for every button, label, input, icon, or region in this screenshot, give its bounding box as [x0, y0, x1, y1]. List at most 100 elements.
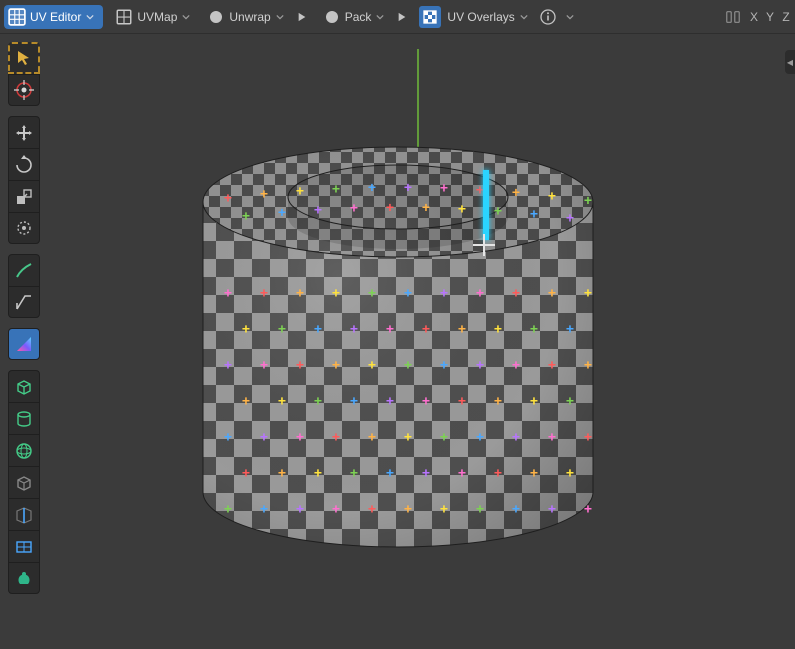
svg-text:+: +	[529, 464, 537, 480]
svg-text:+: +	[565, 320, 573, 336]
unwrap-run-button[interactable]	[293, 8, 311, 26]
svg-text:+: +	[475, 500, 483, 516]
svg-text:+: +	[583, 284, 591, 300]
unwrap-label: Unwrap	[229, 10, 270, 24]
uv-overlays-dropdown[interactable]: UV Overlays	[419, 5, 532, 29]
svg-text:+: +	[439, 179, 447, 195]
svg-text:+: +	[439, 356, 447, 372]
pack-run-button[interactable]	[393, 8, 411, 26]
svg-text:+: +	[349, 199, 357, 215]
svg-text:+: +	[511, 183, 519, 199]
pack-dropdown[interactable]: Pack	[319, 5, 390, 29]
svg-text:+: +	[457, 464, 465, 480]
svg-text:+: +	[349, 392, 357, 408]
tool-scale[interactable]	[8, 180, 40, 212]
svg-text:+: +	[277, 464, 285, 480]
tool-annotate[interactable]	[8, 254, 40, 286]
uv-editor-icon	[8, 8, 26, 26]
svg-text:+: +	[529, 392, 537, 408]
tool-uv-sphere-project[interactable]	[8, 434, 40, 466]
editor-type-menu[interactable]: UV Editor	[4, 5, 103, 29]
info-dropdown[interactable]	[537, 5, 577, 29]
svg-text:+: +	[295, 284, 303, 300]
scene-object-cylinder: + + + + + + + + + + + + + + + + + + + + + + + + + + + + + + + + + + + + + + + +…	[198, 97, 598, 567]
svg-text:+: +	[349, 320, 357, 336]
editor-type-label: UV Editor	[30, 10, 81, 24]
tool-uv-mark-seam[interactable]	[8, 498, 40, 530]
svg-text:+: +	[475, 284, 483, 300]
axis-y-button[interactable]: Y	[763, 10, 779, 24]
tool-rotate[interactable]	[8, 148, 40, 180]
svg-text:+: +	[547, 187, 555, 203]
svg-text:+: +	[277, 320, 285, 336]
tool-transform[interactable]	[8, 212, 40, 244]
svg-text:+: +	[457, 200, 465, 216]
svg-text:+: +	[457, 392, 465, 408]
svg-text:+: +	[493, 202, 501, 218]
axis-z-button[interactable]: Z	[779, 10, 795, 24]
svg-text:+: +	[313, 201, 321, 217]
tool-uv-live-unwrap[interactable]	[8, 530, 40, 562]
svg-text:+: +	[331, 180, 339, 196]
circle-icon	[323, 8, 341, 26]
svg-text:+: +	[565, 209, 573, 225]
uvmap-dropdown[interactable]: UVMap	[111, 5, 195, 29]
svg-text:+: +	[331, 500, 339, 516]
svg-text:+: +	[439, 428, 447, 444]
svg-text:+: +	[421, 392, 429, 408]
tool-cursor[interactable]	[8, 74, 40, 106]
circle-icon	[207, 8, 225, 26]
header: UV Editor UVMap Unwrap Pack	[0, 0, 795, 34]
svg-text:+: +	[241, 320, 249, 336]
svg-text:+: +	[331, 284, 339, 300]
svg-text:+: +	[277, 203, 285, 219]
chevron-down-icon	[85, 12, 95, 22]
svg-text:+: +	[367, 356, 375, 372]
viewport[interactable]: + + + + + + + + + + + + + + + + + + + + + + + + + + + + + + + + + + + + + + + +…	[0, 34, 795, 649]
svg-text:+: +	[529, 205, 537, 221]
svg-text:+: +	[583, 356, 591, 372]
split-icon[interactable]	[725, 8, 741, 26]
svg-text:+: +	[259, 185, 267, 201]
tool-uv-cube-project[interactable]	[8, 370, 40, 402]
axis-x-button[interactable]: X	[747, 10, 763, 24]
svg-text:+: +	[475, 356, 483, 372]
chevron-down-icon	[565, 12, 575, 22]
svg-text:+: +	[439, 500, 447, 516]
svg-text:+: +	[223, 284, 231, 300]
svg-text:+: +	[565, 392, 573, 408]
svg-text:+: +	[583, 428, 591, 444]
svg-text:+: +	[403, 428, 411, 444]
svg-text:+: +	[493, 464, 501, 480]
svg-text:+: +	[259, 356, 267, 372]
svg-text:+: +	[493, 392, 501, 408]
unwrap-dropdown[interactable]: Unwrap	[203, 5, 288, 29]
svg-text:+: +	[529, 320, 537, 336]
svg-text:+: +	[547, 356, 555, 372]
svg-text:+: +	[421, 464, 429, 480]
tool-uv-island-scale[interactable]	[8, 562, 40, 594]
svg-text:+: +	[241, 464, 249, 480]
chevron-down-icon	[519, 12, 529, 22]
svg-text:+: +	[457, 320, 465, 336]
svg-text:+: +	[223, 356, 231, 372]
svg-text:+: +	[367, 428, 375, 444]
svg-text:+: +	[223, 428, 231, 444]
toolbar	[8, 42, 40, 604]
tool-move[interactable]	[8, 116, 40, 148]
tool-uv-cylinder-project[interactable]	[8, 402, 40, 434]
pack-label: Pack	[345, 10, 372, 24]
tool-uv-project-from-view[interactable]	[8, 466, 40, 498]
svg-text:+: +	[385, 320, 393, 336]
svg-text:+: +	[367, 284, 375, 300]
svg-text:+: +	[547, 284, 555, 300]
tool-uv-gradient[interactable]	[8, 328, 40, 360]
uvmap-icon	[115, 8, 133, 26]
svg-text:+: +	[511, 428, 519, 444]
tool-measure[interactable]	[8, 286, 40, 318]
tool-select-box[interactable]	[8, 42, 40, 74]
svg-text:+: +	[493, 320, 501, 336]
svg-text:+: +	[313, 320, 321, 336]
svg-text:+: +	[313, 464, 321, 480]
svg-text:+: +	[331, 356, 339, 372]
